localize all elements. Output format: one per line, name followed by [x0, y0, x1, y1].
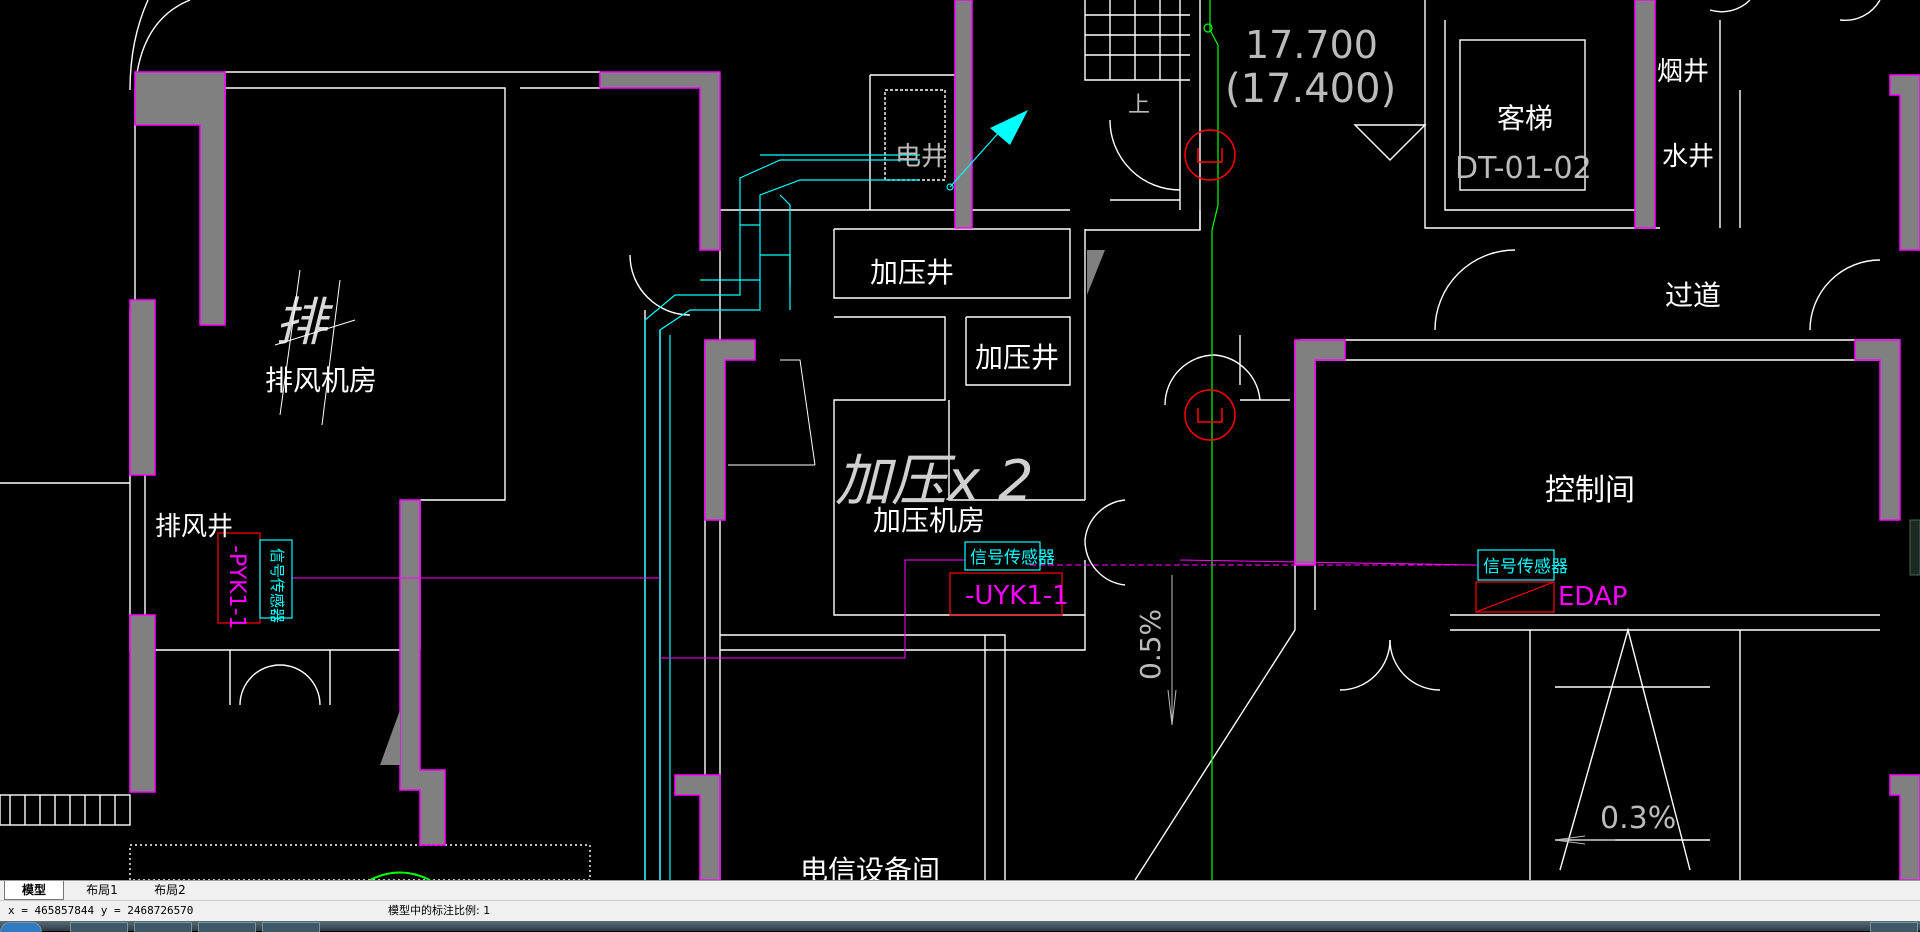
label-exhaust-room: 排风机房: [265, 364, 377, 397]
label-slope-b: 0.3%: [1600, 801, 1676, 836]
label-elevator-code: DT-01-02: [1455, 151, 1592, 186]
layout-tab-bar: 模型 布局1 布局2: [0, 880, 1920, 900]
status-bar: x = 465857844 y = 2468726570 模型中的标注比例: 1: [0, 900, 1920, 921]
label-slope-a: 0.5%: [1134, 609, 1167, 680]
label-pressure-handwritten: 加压x 2: [835, 449, 1034, 514]
ucs-arrow-icon: [990, 110, 1028, 145]
slope-labels: 0.5% 0.3%: [1134, 609, 1676, 836]
walls: [0, 0, 1900, 881]
column-wedge-2: [1087, 250, 1105, 295]
signal-wiring: [292, 559, 1480, 659]
label-corridor: 过道: [1665, 279, 1721, 312]
label-water-shaft: 水井: [1662, 142, 1714, 172]
tab-model[interactable]: 模型: [4, 881, 64, 900]
edap-box: [1475, 581, 1555, 613]
label-exhaust-handwritten: 排: [275, 293, 334, 353]
floor-plan-drawing[interactable]: 排风机房 排 排风井 加压井 加压井 加压机房 加压x 2 客梯 DT-01-0…: [0, 0, 1920, 887]
label-uyk-box: -UYK1-1: [965, 581, 1069, 611]
tab-layout-2[interactable]: 布局2: [138, 881, 202, 899]
annotation-scale: 模型中的标注比例: 1: [388, 904, 491, 917]
label-control-room: 控制间: [1545, 473, 1635, 508]
elevation-labels: 17.700 (17.400): [1225, 23, 1396, 112]
label-signal-sensor-1: 信号传感器: [970, 548, 1055, 568]
label-signal-sensor-vertical: 信号传感器: [268, 548, 286, 623]
drawing-canvas[interactable]: 排风机房 排 排风井 加压井 加压井 加压机房 加压x 2 客梯 DT-01-0…: [0, 0, 1920, 887]
label-smoke-shaft: 烟井: [1657, 57, 1709, 87]
label-elevator: 客梯: [1497, 102, 1553, 135]
label-electric-shaft: 电井: [895, 142, 947, 172]
fire-valve-circle-icon: [1184, 129, 1236, 441]
label-level: 17.700: [1245, 23, 1378, 67]
label-edap: EDAP: [1558, 582, 1627, 612]
label-exhaust-shaft: 排风井: [155, 512, 233, 542]
label-pressure-shaft-2: 加压井: [975, 341, 1059, 374]
label-telecom-room: 电信设备间: [800, 854, 940, 880]
label-pyk-box: -PYK1-1: [224, 545, 249, 630]
column-wedge: [380, 710, 400, 765]
os-taskbar: [0, 921, 1920, 932]
vertical-scroll-thumb[interactable]: [1909, 519, 1920, 576]
tab-layout-1[interactable]: 布局1: [70, 881, 134, 899]
label-signal-sensor-2: 信号传感器: [1483, 557, 1568, 577]
cursor-coordinates: x = 465857844 y = 2468726570: [8, 904, 194, 917]
ucs-icon: [369, 871, 431, 881]
device-labels: 信号传感器 信号传感器 信号传感器 -UYK1-1 -PYK1-1 EDAP: [224, 545, 1627, 630]
label-stair-up: 上: [1128, 93, 1150, 118]
label-level-paren: (17.400): [1225, 66, 1396, 112]
label-pressure-shaft-1: 加压井: [870, 256, 954, 289]
